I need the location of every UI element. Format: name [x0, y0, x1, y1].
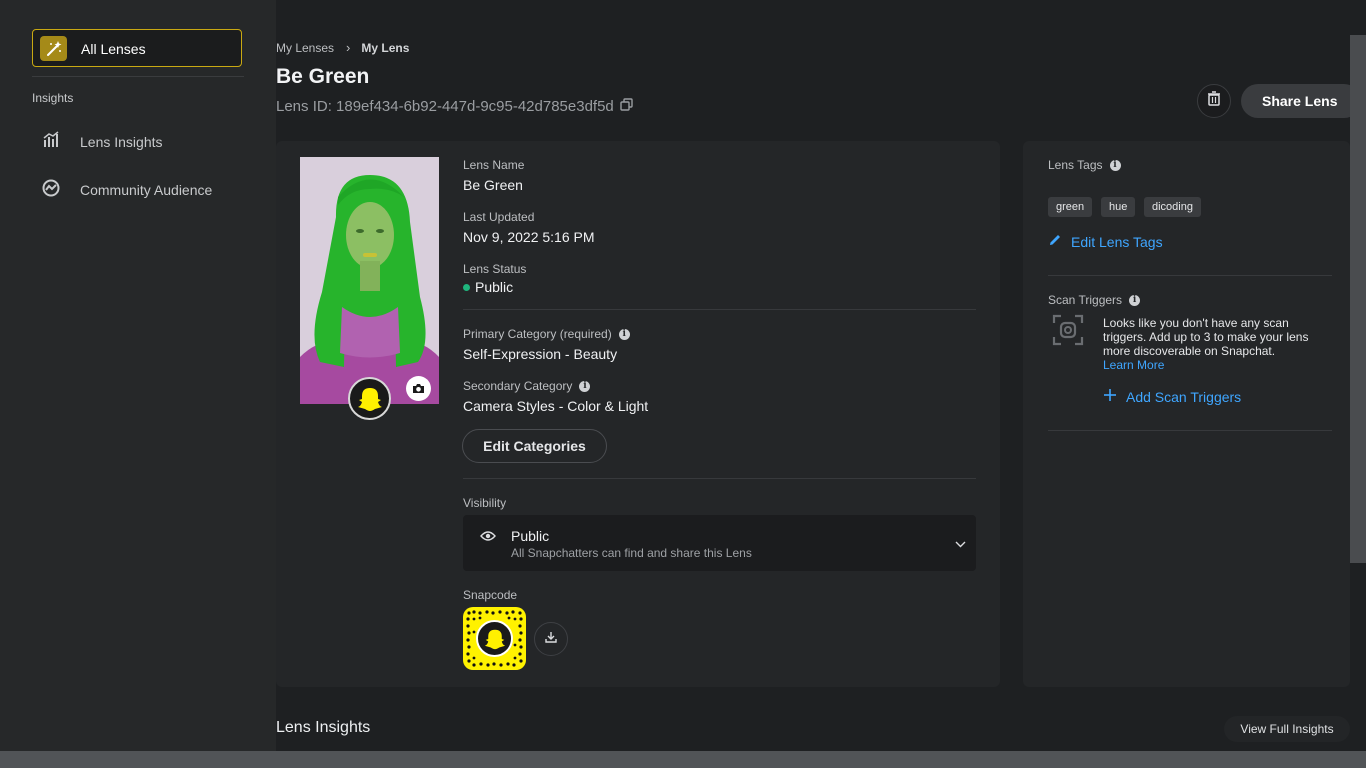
visibility-subtitle: All Snapchatters can find and share this…: [511, 546, 752, 560]
trend-circle-icon: [42, 179, 60, 202]
scan-triggers-empty-text: Looks like you don't have any scan trigg…: [1103, 316, 1328, 372]
eye-icon: [480, 529, 496, 547]
divider: [463, 478, 976, 479]
lens-id: Lens ID: 189ef434-6b92-447d-9c95-42d785e…: [276, 98, 633, 115]
last-updated-value: Nov 9, 2022 5:16 PM: [463, 229, 595, 245]
scan-triggers-label: Scan Triggers i: [1048, 293, 1141, 307]
info-icon[interactable]: i: [618, 328, 630, 340]
last-updated-label: Last Updated: [463, 210, 535, 224]
scan-triggers-label-text: Scan Triggers: [1048, 293, 1123, 307]
primary-category-label-text: Primary Category (required): [463, 327, 612, 341]
secondary-category-value: Camera Styles - Color & Light: [463, 398, 649, 414]
lens-insights-heading: Lens Insights: [276, 719, 371, 736]
snap-ghost-icon: [348, 377, 391, 420]
tag-chip: dicoding: [1144, 197, 1201, 217]
sidebar: All Lenses Insights Lens Insights Commun…: [0, 0, 276, 768]
breadcrumb: My Lenses › My Lens: [276, 40, 409, 55]
pencil-icon: [1048, 233, 1062, 250]
primary-category-value: Self-Expression - Beauty: [463, 346, 618, 362]
visibility-label: Visibility: [463, 496, 507, 510]
all-lenses-button[interactable]: All Lenses: [32, 29, 242, 67]
lens-status-label: Lens Status: [463, 262, 527, 276]
tag-chip: green: [1048, 197, 1093, 217]
info-icon[interactable]: i: [1129, 294, 1141, 306]
view-full-insights-button[interactable]: View Full Insights: [1224, 716, 1350, 742]
learn-more-link[interactable]: Learn More: [1103, 358, 1328, 372]
lens-status-value: Public: [475, 279, 514, 295]
scan-triggers-message: Looks like you don't have any scan trigg…: [1103, 316, 1309, 358]
breadcrumb-current: My Lens: [361, 40, 410, 55]
snap-ghost-icon: [476, 620, 513, 657]
download-snapcode-button[interactable]: [534, 622, 568, 656]
trash-icon: [1207, 91, 1221, 111]
lens-id-text: Lens ID: 189ef434-6b92-447d-9c95-42d785e…: [276, 98, 614, 115]
sidebar-item-label: Community Audience: [80, 182, 213, 198]
info-icon[interactable]: i: [579, 380, 591, 392]
info-icon[interactable]: i: [1109, 159, 1121, 171]
lens-tags-card: [1023, 141, 1350, 687]
lens-tags-label-text: Lens Tags: [1048, 158, 1103, 172]
all-lenses-label: All Lenses: [81, 41, 146, 57]
plus-icon: [1103, 388, 1117, 405]
sidebar-item-label: Lens Insights: [80, 134, 163, 150]
download-icon: [545, 630, 557, 648]
add-scan-triggers-label: Add Scan Triggers: [1126, 388, 1242, 405]
lens-name-label: Lens Name: [463, 158, 525, 172]
visibility-title: Public: [511, 528, 550, 544]
vertical-scrollbar-thumb[interactable]: [1350, 35, 1366, 563]
chevron-right-icon: ›: [346, 40, 351, 55]
sidebar-item-community-audience[interactable]: Community Audience: [42, 179, 212, 201]
scan-frame-icon: [1052, 314, 1084, 351]
secondary-category-label: Secondary Category i: [463, 379, 591, 393]
edit-lens-tags-label: Edit Lens Tags: [1071, 233, 1163, 250]
sidebar-section-insights: Insights: [32, 91, 74, 105]
edit-lens-tags-link[interactable]: Edit Lens Tags: [1048, 233, 1163, 250]
page-title: Be Green: [276, 65, 370, 88]
divider: [463, 309, 976, 310]
primary-category-label: Primary Category (required) i: [463, 327, 630, 341]
camera-icon[interactable]: [406, 376, 431, 401]
edit-categories-button[interactable]: Edit Categories: [462, 429, 607, 463]
delete-lens-button[interactable]: [1197, 84, 1231, 118]
visibility-dropdown[interactable]: Public All Snapchatters can find and sha…: [463, 515, 976, 571]
chevron-down-icon: [955, 535, 966, 553]
sidebar-item-lens-insights[interactable]: Lens Insights: [42, 130, 163, 154]
horizontal-scrollbar[interactable]: [0, 751, 1366, 768]
share-lens-button[interactable]: Share Lens: [1241, 84, 1361, 118]
divider: [1048, 430, 1332, 431]
lens-preview-image: [300, 157, 439, 404]
snapcode-label: Snapcode: [463, 588, 518, 602]
bar-chart-icon: [42, 130, 60, 154]
breadcrumb-parent-link[interactable]: My Lenses: [276, 41, 334, 55]
snapcode-image: [463, 607, 526, 670]
divider: [1048, 275, 1332, 276]
magic-wand-icon: [40, 36, 67, 61]
lens-tags-label: Lens Tags i: [1048, 158, 1121, 172]
add-scan-triggers-link[interactable]: Add Scan Triggers: [1103, 388, 1241, 405]
tag-chip: hue: [1101, 197, 1136, 217]
secondary-category-label-text: Secondary Category: [463, 379, 573, 393]
lens-name-value: Be Green: [463, 177, 523, 193]
status-dot-icon: [463, 283, 470, 291]
lens-status: Public: [463, 279, 513, 295]
copy-icon[interactable]: [620, 98, 633, 115]
sidebar-divider: [32, 76, 244, 77]
